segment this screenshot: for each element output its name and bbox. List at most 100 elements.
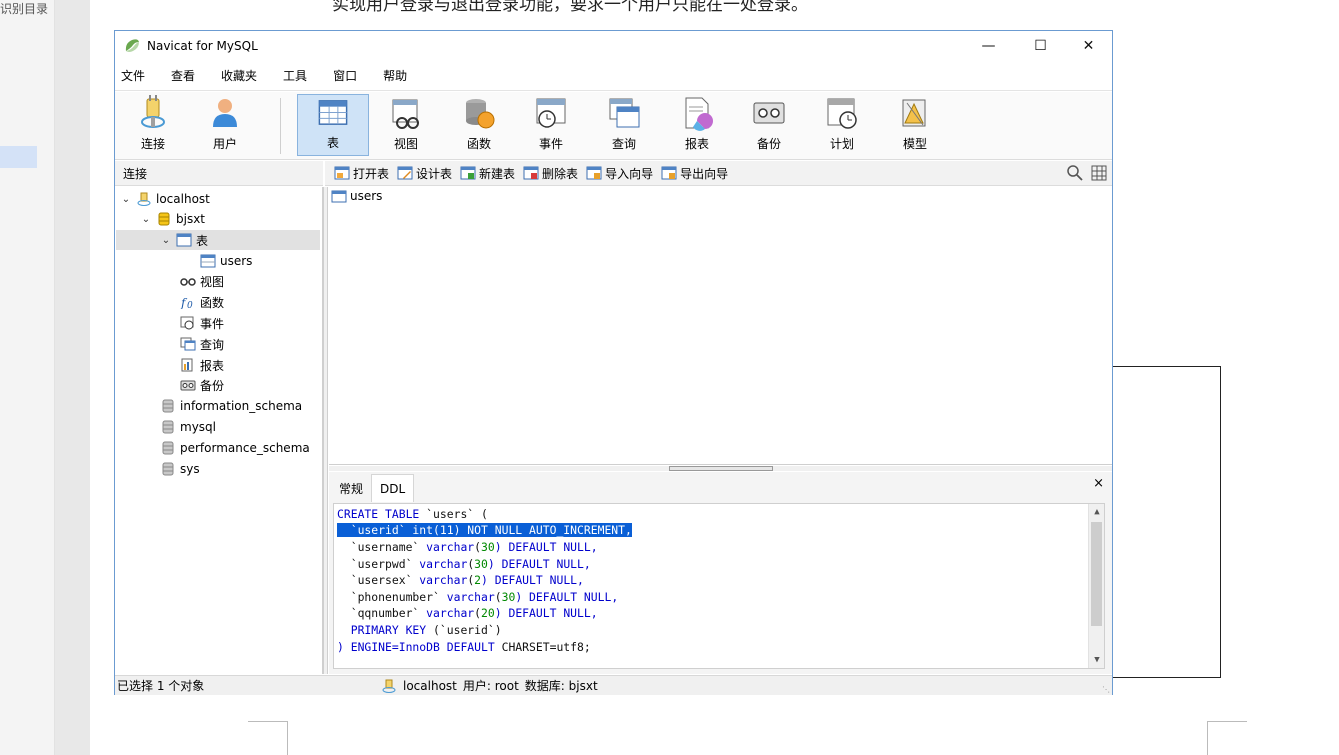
tree-label-reports: 报表 — [200, 358, 225, 373]
ddl-col-default: ) DEFAULT NULL, — [481, 573, 584, 587]
design-table-icon — [397, 166, 413, 180]
status-connection: localhost — [403, 678, 457, 693]
event-button[interactable]: 事件 — [515, 94, 587, 156]
toc-highlight[interactable] — [0, 146, 37, 168]
ddl-line-7: `qqnumber` varchar(20) DEFAULT NULL, — [337, 605, 598, 621]
tab-general[interactable]: 常规 — [331, 474, 371, 502]
open-table-button[interactable]: 打开表 — [334, 165, 389, 182]
toc-label[interactable]: 识别目录 — [0, 0, 48, 17]
scroll-thumb[interactable] — [1091, 522, 1102, 626]
expand-chevron-icon[interactable]: ⌄ — [160, 235, 172, 246]
tree-node-views[interactable]: 视图 — [180, 271, 224, 291]
table-icon — [200, 254, 216, 268]
status-database: 数据库: bjsxt — [524, 679, 598, 693]
vertical-splitter[interactable] — [323, 187, 328, 674]
tree-node-sys[interactable]: sys — [160, 459, 200, 479]
tree-node-mysql[interactable]: mysql — [160, 417, 216, 437]
title-bar[interactable]: Navicat for MySQL — ☐ ✕ — [115, 31, 1112, 61]
ddl-scrollbar[interactable]: ▲ ▼ — [1088, 504, 1104, 668]
view-button[interactable]: 视图 — [370, 94, 442, 156]
tree-node-users[interactable]: users — [200, 251, 252, 271]
tree-node-tables[interactable]: ⌄ 表 — [116, 230, 320, 250]
view-label: 视图 — [393, 137, 418, 151]
user-button[interactable]: 用户 — [189, 94, 261, 156]
tree-node-queries[interactable]: 查询 — [180, 334, 224, 354]
export-wizard-button[interactable]: 导出向导 — [661, 165, 728, 182]
close-button[interactable]: ✕ — [1065, 31, 1112, 61]
document-heading: 实现用户登录与退出登录功能，要求一个用户只能在一处登录。 — [332, 0, 808, 15]
plug-icon — [141, 95, 165, 128]
menu-file[interactable]: 文件 — [115, 67, 151, 84]
tree-node-functions[interactable]: f0 函数 — [180, 292, 224, 312]
status-user: 用户: root — [462, 679, 519, 693]
splitter-grip[interactable] — [669, 466, 773, 471]
table-button[interactable]: 表 — [297, 94, 369, 156]
scroll-up-icon[interactable]: ▲ — [1089, 504, 1104, 520]
maximize-button[interactable]: ☐ — [1017, 31, 1064, 61]
ddl-col-default: ) DEFAULT NULL, — [494, 540, 598, 554]
menu-window[interactable]: 窗口 — [327, 67, 363, 84]
report-button[interactable]: 报表 — [661, 94, 733, 156]
query-icon — [609, 98, 640, 128]
minimize-button[interactable]: — — [965, 31, 1012, 61]
function-button[interactable]: 函数 — [443, 94, 515, 156]
schedule-button[interactable]: 计划 — [806, 94, 878, 156]
close-panel-button[interactable]: × — [1093, 476, 1104, 491]
navicat-window: Navicat for MySQL — ☐ ✕ 文件 查看 收藏夹 工具 窗口 … — [114, 30, 1113, 695]
resize-grip-icon[interactable]: ⋱ — [1102, 685, 1110, 694]
query-label: 查询 — [611, 137, 636, 151]
object-toolbar: 打开表 设计表 新建表 删除表 导入向导 导出向导 — [325, 161, 1112, 186]
view-icon — [392, 99, 419, 129]
design-table-button[interactable]: 设计表 — [397, 165, 452, 182]
user-icon — [213, 99, 237, 127]
main-toolbar: 连接 用户 表 视图 函数 事件 查询 报表 备份 计划 模型 — [115, 92, 1112, 160]
table-label: 表 — [326, 136, 339, 150]
delete-table-button[interactable]: 删除表 — [523, 165, 578, 182]
database-icon — [162, 420, 174, 434]
ddl-selected-text[interactable]: `userid` int(11) NOT NULL AUTO_INCREMENT… — [337, 523, 632, 537]
ddl-col-name: `userpwd` — [337, 557, 420, 571]
tree-node-backups[interactable]: 备份 — [180, 375, 224, 395]
backup-button[interactable]: 备份 — [733, 94, 805, 156]
menu-help[interactable]: 帮助 — [377, 67, 413, 84]
expand-chevron-icon[interactable]: ⌄ — [140, 214, 152, 225]
grid-view-icon[interactable] — [1090, 164, 1108, 182]
menu-tools[interactable]: 工具 — [277, 67, 313, 84]
connect-button[interactable]: 连接 — [117, 94, 189, 156]
query-button[interactable]: 查询 — [588, 94, 660, 156]
info-tabs: 常规 DDL — [331, 474, 415, 502]
menu-view[interactable]: 查看 — [165, 67, 201, 84]
menu-favorites[interactable]: 收藏夹 — [215, 67, 263, 84]
ddl-editor[interactable]: CREATE TABLE `users` ( `userid` int(11) … — [333, 503, 1105, 669]
tab-ddl[interactable]: DDL — [371, 474, 415, 502]
object-item-users[interactable]: users — [331, 189, 382, 203]
tree-node-performance-schema[interactable]: performance_schema — [160, 438, 310, 458]
new-table-button[interactable]: 新建表 — [460, 165, 515, 182]
window-title: Navicat for MySQL — [147, 39, 258, 53]
ddl-col-size: 30 — [474, 557, 488, 571]
new-table-icon — [460, 166, 476, 180]
tree-node-localhost[interactable]: ⌄ localhost — [120, 189, 210, 209]
object-toolbar-right — [1066, 164, 1108, 182]
ddl-col-type: varchar — [446, 590, 495, 604]
model-button[interactable]: 模型 — [879, 94, 951, 156]
scroll-down-icon[interactable]: ▼ — [1089, 652, 1104, 668]
expand-chevron-icon[interactable]: ⌄ — [120, 194, 132, 205]
user-label: 用户 — [212, 137, 237, 151]
import-wizard-button[interactable]: 导入向导 — [586, 165, 653, 182]
ddl-line-4: `userpwd` varchar(30) DEFAULT NULL, — [337, 556, 591, 572]
tree-label-tables: 表 — [196, 233, 209, 248]
tree-node-reports[interactable]: 报表 — [180, 355, 224, 375]
horizontal-splitter[interactable] — [329, 466, 1112, 471]
tree-label-queries: 查询 — [200, 337, 225, 352]
ddl-col-default: ) DEFAULT NULL, — [515, 590, 619, 604]
tree-node-events[interactable]: 事件 — [180, 313, 224, 333]
search-icon[interactable] — [1066, 164, 1084, 182]
ddl-paren: ( — [474, 606, 482, 620]
open-table-icon — [334, 166, 350, 180]
tree-node-information-schema[interactable]: information_schema — [160, 396, 302, 416]
tree-label-functions: 函数 — [200, 295, 225, 310]
model-icon — [902, 99, 926, 127]
tree-label-bjsxt: bjsxt — [176, 212, 206, 226]
tree-node-bjsxt[interactable]: ⌄ bjsxt — [140, 209, 205, 229]
